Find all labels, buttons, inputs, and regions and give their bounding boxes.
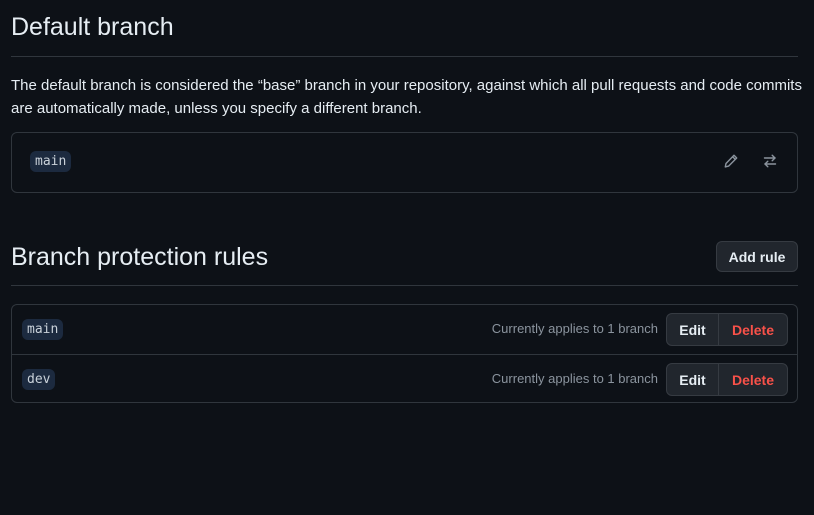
- arrow-switch-icon: [763, 154, 777, 168]
- edit-rule-button[interactable]: Edit: [667, 314, 719, 345]
- default-branch-description: The default branch is considered the “ba…: [11, 77, 802, 117]
- rule-applies-text: Currently applies to 1 branch: [491, 321, 658, 336]
- protection-rules-list: main Currently applies to 1 branch Edit …: [11, 304, 798, 403]
- rename-branch-button[interactable]: [719, 149, 743, 173]
- rule-branch-name: dev: [22, 369, 56, 390]
- delete-rule-button[interactable]: Delete: [719, 314, 787, 345]
- rule-branch-name: main: [22, 319, 64, 340]
- switch-default-branch-button[interactable]: [758, 149, 782, 173]
- rule-actions: Edit Delete: [666, 363, 788, 396]
- rule-row-main: main Currently applies to 1 branch Edit …: [12, 305, 797, 354]
- default-branch-title: Default branch: [11, 13, 174, 41]
- protection-header: Branch protection rules Add rule: [11, 240, 798, 286]
- default-branch-header: Default branch: [11, 10, 798, 57]
- pencil-icon: [724, 154, 738, 168]
- add-rule-button[interactable]: Add rule: [716, 241, 798, 272]
- rule-applies-text: Currently applies to 1 branch: [491, 371, 658, 386]
- delete-rule-button[interactable]: Delete: [719, 364, 787, 395]
- settings-branches-page: Default branch The default branch is con…: [0, 0, 814, 515]
- rule-actions: Edit Delete: [666, 313, 788, 346]
- rule-row-dev: dev Currently applies to 1 branch Edit D…: [12, 354, 797, 404]
- edit-rule-button[interactable]: Edit: [667, 364, 719, 395]
- protection-title: Branch protection rules: [11, 243, 269, 271]
- default-branch-box: main: [11, 132, 798, 193]
- default-branch-name: main: [30, 151, 72, 172]
